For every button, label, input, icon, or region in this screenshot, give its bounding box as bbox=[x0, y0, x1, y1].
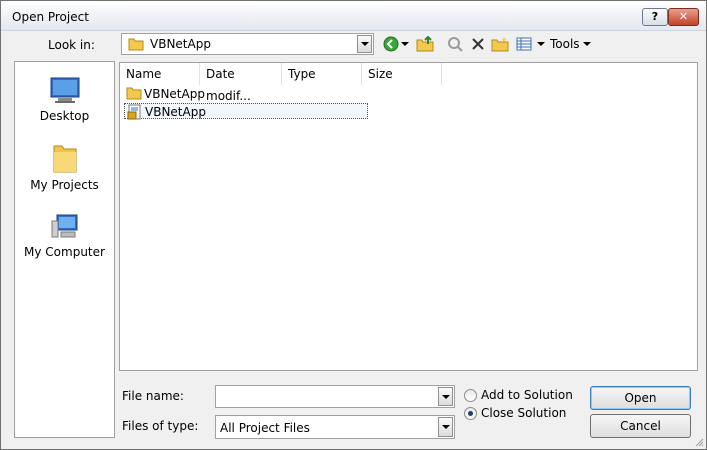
title-bar[interactable]: Open Project ? ✕ bbox=[1, 1, 706, 31]
close-solution-radio[interactable]: Close Solution bbox=[464, 406, 566, 420]
folder-icon bbox=[128, 37, 144, 54]
up-folder-icon bbox=[416, 36, 434, 52]
window-title: Open Project bbox=[12, 10, 89, 24]
views-dropdown[interactable] bbox=[536, 35, 546, 53]
search-icon bbox=[448, 37, 463, 52]
close-button[interactable]: ✕ bbox=[668, 8, 699, 26]
close-icon: ✕ bbox=[678, 10, 689, 23]
place-label: My Projects bbox=[30, 178, 99, 192]
list-item[interactable]: VBNetApp bbox=[124, 86, 234, 102]
views-icon bbox=[516, 37, 532, 51]
look-in-combo[interactable]: VBNetApp bbox=[121, 33, 374, 55]
help-button[interactable]: ? bbox=[642, 8, 668, 26]
place-desktop[interactable]: Desktop bbox=[15, 77, 114, 123]
column-header-name[interactable]: Name bbox=[120, 63, 200, 85]
look-in-label: Look in: bbox=[48, 38, 95, 52]
search-web-button[interactable] bbox=[446, 35, 464, 53]
open-button[interactable]: Open bbox=[590, 386, 691, 410]
open-project-dialog: Open Project ? ✕ Look in: VBNetApp Tools… bbox=[0, 0, 707, 450]
chevron-down-icon bbox=[441, 425, 450, 429]
folder-icon bbox=[53, 145, 76, 173]
chevron-down-icon bbox=[441, 394, 450, 399]
new-folder-icon bbox=[491, 37, 509, 52]
chevron-down-icon bbox=[360, 42, 369, 46]
file-name: VBNetApp bbox=[144, 87, 205, 101]
column-header-date[interactable]: Date modif... bbox=[200, 63, 282, 103]
back-history-dropdown[interactable] bbox=[400, 35, 410, 53]
file-name-dropdown-arrow[interactable] bbox=[438, 387, 453, 406]
place-label: My Computer bbox=[24, 245, 105, 259]
radio-button[interactable] bbox=[464, 388, 477, 402]
radio-label: Add to Solution bbox=[481, 388, 573, 402]
column-header-type[interactable]: Type bbox=[282, 63, 362, 85]
look-in-dropdown-arrow[interactable] bbox=[357, 35, 372, 53]
chevron-down-icon bbox=[537, 42, 545, 46]
radio-label: Close Solution bbox=[481, 406, 567, 420]
computer-icon bbox=[51, 214, 77, 238]
views-button[interactable] bbox=[515, 35, 533, 53]
place-my-projects[interactable]: My Projects bbox=[15, 144, 114, 192]
radio-button[interactable] bbox=[464, 406, 477, 420]
folder-icon bbox=[126, 87, 142, 100]
vb-project-icon bbox=[127, 104, 141, 120]
add-to-solution-radio[interactable]: Add to Solution bbox=[464, 388, 573, 402]
chevron-down-icon bbox=[401, 42, 409, 46]
back-button[interactable] bbox=[382, 35, 400, 53]
help-icon: ? bbox=[651, 10, 659, 23]
back-icon bbox=[383, 36, 399, 52]
desktop-icon bbox=[50, 77, 79, 103]
new-folder-button[interactable] bbox=[491, 35, 509, 53]
file-name-input[interactable] bbox=[215, 385, 455, 408]
files-of-type-value: All Project Files bbox=[220, 421, 310, 435]
list-item[interactable]: VBNetApp bbox=[124, 103, 368, 120]
delete-icon bbox=[472, 38, 484, 50]
place-my-computer[interactable]: My Computer bbox=[15, 213, 114, 259]
places-bar: Desktop My Projects My Computer bbox=[14, 61, 115, 438]
look-in-value: VBNetApp bbox=[150, 37, 211, 51]
cancel-button[interactable]: Cancel bbox=[590, 414, 691, 438]
tools-menu-button[interactable]: Tools bbox=[550, 36, 591, 52]
place-label: Desktop bbox=[39, 109, 90, 123]
delete-button[interactable] bbox=[469, 35, 487, 53]
files-of-type-select[interactable]: All Project Files bbox=[215, 415, 455, 439]
tools-menu-label: Tools bbox=[550, 37, 580, 51]
file-list[interactable]: Name Date modif... Type Size VBNetApp VB… bbox=[119, 62, 698, 371]
column-header-size[interactable]: Size bbox=[362, 63, 442, 85]
chevron-down-icon bbox=[582, 42, 591, 46]
resize-grip-icon[interactable] bbox=[694, 437, 704, 447]
up-folder-button[interactable] bbox=[416, 35, 434, 53]
files-of-type-label: Files of type: bbox=[122, 419, 199, 433]
file-name-label: File name: bbox=[122, 389, 184, 403]
file-name: VBNetApp bbox=[145, 105, 206, 119]
files-of-type-dropdown-arrow[interactable] bbox=[438, 417, 453, 437]
